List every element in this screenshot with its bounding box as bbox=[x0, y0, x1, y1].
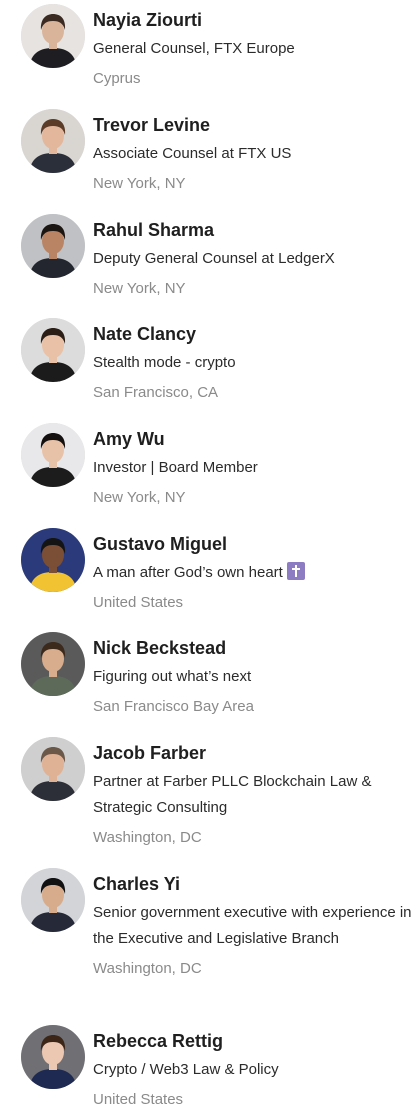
person-name[interactable]: Trevor Levine bbox=[93, 113, 413, 137]
person-name[interactable]: Charles Yi bbox=[93, 872, 413, 896]
person-location: New York, NY bbox=[93, 175, 186, 192]
person-headline: Associate Counsel at FTX US bbox=[93, 145, 292, 162]
people-list: Nayia Ziourti General Counsel, FTX Europ… bbox=[0, 0, 417, 1108]
person-location: United States bbox=[93, 594, 184, 611]
person-headline: Stealth mode - crypto bbox=[93, 354, 236, 371]
avatar[interactable] bbox=[21, 4, 85, 68]
person-name[interactable]: Amy Wu bbox=[93, 427, 413, 451]
avatar[interactable] bbox=[21, 423, 85, 487]
profile-photo bbox=[21, 868, 85, 932]
profile-photo bbox=[21, 528, 85, 592]
person-name[interactable]: Rahul Sharma bbox=[93, 218, 413, 242]
person-headline: Deputy General Counsel at LedgerX bbox=[93, 250, 335, 267]
person-location: Washington, DC bbox=[93, 960, 202, 977]
person-location: New York, NY bbox=[93, 280, 186, 297]
person-headline: Partner at Farber PLLC Blockchain Law & … bbox=[93, 773, 372, 816]
person-location: Cyprus bbox=[93, 70, 141, 87]
avatar[interactable] bbox=[21, 318, 85, 382]
person-name[interactable]: Nate Clancy bbox=[93, 322, 413, 346]
person-headline: Crypto / Web3 Law & Policy bbox=[93, 1061, 279, 1078]
person-location: United States bbox=[93, 1091, 184, 1108]
person-name[interactable]: Jacob Farber bbox=[93, 741, 413, 765]
profile-photo bbox=[21, 109, 85, 173]
person-name[interactable]: Nick Beckstead bbox=[93, 636, 413, 660]
person-location: New York, NY bbox=[93, 489, 186, 506]
person-location: Washington, DC bbox=[93, 829, 202, 846]
person-headline-text: A man after God’s own heart bbox=[93, 564, 283, 581]
person-headline: Senior government executive with experie… bbox=[93, 904, 412, 947]
profile-photo bbox=[21, 737, 85, 801]
avatar[interactable] bbox=[21, 737, 85, 801]
person-name[interactable]: Rebecca Rettig bbox=[93, 1029, 413, 1053]
avatar[interactable] bbox=[21, 868, 85, 932]
latin-cross-icon bbox=[286, 562, 305, 580]
profile-photo bbox=[21, 1025, 85, 1089]
profile-photo bbox=[21, 4, 85, 68]
avatar[interactable] bbox=[21, 1025, 85, 1089]
person-headline: Figuring out what’s next bbox=[93, 668, 252, 685]
person-name[interactable]: Nayia Ziourti bbox=[93, 8, 413, 32]
person-location: San Francisco, CA bbox=[93, 384, 219, 401]
person-headline: Investor | Board Member bbox=[93, 459, 258, 476]
person-location: San Francisco Bay Area bbox=[93, 698, 254, 715]
avatar[interactable] bbox=[21, 214, 85, 278]
profile-photo bbox=[21, 318, 85, 382]
profile-photo bbox=[21, 423, 85, 487]
person-headline: A man after God’s own heart bbox=[93, 560, 413, 586]
person-headline: General Counsel, FTX Europe bbox=[93, 40, 295, 57]
avatar[interactable] bbox=[21, 632, 85, 696]
avatar[interactable] bbox=[21, 528, 85, 592]
person-name[interactable]: Gustavo Miguel bbox=[93, 532, 413, 556]
profile-photo bbox=[21, 214, 85, 278]
avatar[interactable] bbox=[21, 109, 85, 173]
profile-photo bbox=[21, 632, 85, 696]
